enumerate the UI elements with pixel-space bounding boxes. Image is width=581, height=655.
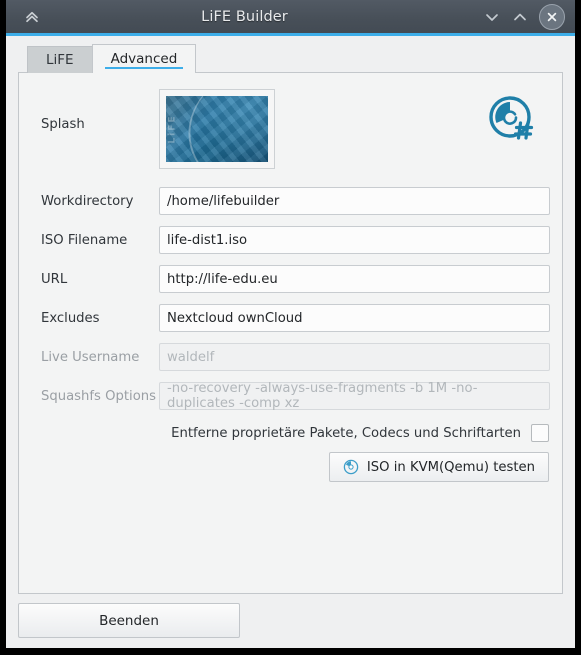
- close-button[interactable]: [539, 3, 565, 30]
- splash-label: Splash: [41, 117, 85, 132]
- title-bar: LiFE Builder: [6, 0, 575, 36]
- advanced-tab-panel: Splash LiFE Workdirectory /home/lifebuil…: [18, 72, 563, 594]
- live-username-input[interactable]: waldelf: [159, 343, 550, 371]
- iso-filename-label: ISO Filename: [41, 232, 128, 248]
- splash-preview-button[interactable]: LiFE: [159, 89, 275, 169]
- splash-row: Splash LiFE: [31, 89, 550, 173]
- footer-bar: Beenden: [18, 594, 563, 638]
- tab-life[interactable]: LiFE: [27, 46, 93, 73]
- url-label: URL: [41, 271, 68, 287]
- window-title: LiFE Builder: [201, 8, 288, 25]
- excludes-label: Excludes: [41, 310, 100, 326]
- tab-life-label: LiFE: [46, 52, 74, 68]
- chevron-up-icon: [514, 13, 526, 20]
- tab-advanced[interactable]: Advanced: [91, 44, 197, 73]
- squashfs-options-input[interactable]: -no-recovery -always-use-fragments -b 1M…: [159, 381, 550, 411]
- remove-proprietary-checkbox[interactable]: [531, 424, 549, 442]
- field-row-excludes: Excludes Nextcloud ownCloud: [31, 304, 550, 332]
- maximize-button[interactable]: [507, 4, 533, 30]
- field-row-iso-filename: ISO Filename life-dist1.iso: [31, 226, 550, 254]
- quit-button[interactable]: Beenden: [18, 603, 240, 638]
- workdirectory-input[interactable]: /home/lifebuilder: [159, 187, 550, 215]
- field-row-squashfs-options: Squashfs Options -no-recovery -always-us…: [31, 381, 550, 411]
- test-iso-kvm-label: ISO in KVM(Qemu) testen: [366, 459, 535, 475]
- disc-hash-logo-icon: [489, 96, 534, 140]
- url-input[interactable]: http://life-edu.eu: [159, 265, 550, 293]
- window-controls: [479, 3, 575, 30]
- application-window: LiFE Builder LiFE Advanced Splash LiFE W…: [6, 0, 575, 648]
- disc-icon: [343, 459, 359, 475]
- remove-proprietary-row: Entferne proprietäre Pakete, Codecs und …: [31, 424, 550, 442]
- quit-button-label: Beenden: [99, 612, 159, 629]
- splash-caption: LiFE: [167, 114, 178, 144]
- live-username-label: Live Username: [41, 349, 140, 365]
- remove-proprietary-label: Entferne proprietäre Pakete, Codecs und …: [171, 425, 521, 441]
- excludes-input[interactable]: Nextcloud ownCloud: [159, 304, 550, 332]
- close-x-icon: [547, 12, 557, 21]
- window-content: LiFE Advanced Splash LiFE Workdirectory …: [6, 36, 575, 648]
- squashfs-options-label: Squashfs Options: [41, 388, 156, 404]
- tab-bar: LiFE Advanced: [18, 44, 563, 73]
- field-row-workdirectory: Workdirectory /home/lifebuilder: [31, 187, 550, 215]
- chevron-down-icon: [486, 13, 498, 21]
- life-disc-hash-logo: [486, 93, 538, 149]
- field-row-url: URL http://life-edu.eu: [31, 265, 550, 293]
- field-row-live-username: Live Username waldelf: [31, 343, 550, 371]
- kvm-button-row: ISO in KVM(Qemu) testen: [31, 452, 550, 482]
- iso-filename-input[interactable]: life-dist1.iso: [159, 226, 550, 254]
- splash-image: LiFE: [166, 96, 268, 162]
- tab-active-indicator: [104, 67, 184, 69]
- workdirectory-label: Workdirectory: [41, 193, 134, 209]
- test-iso-kvm-button[interactable]: ISO in KVM(Qemu) testen: [328, 452, 549, 482]
- minimize-button[interactable]: [479, 4, 505, 30]
- tab-advanced-label: Advanced: [110, 51, 178, 67]
